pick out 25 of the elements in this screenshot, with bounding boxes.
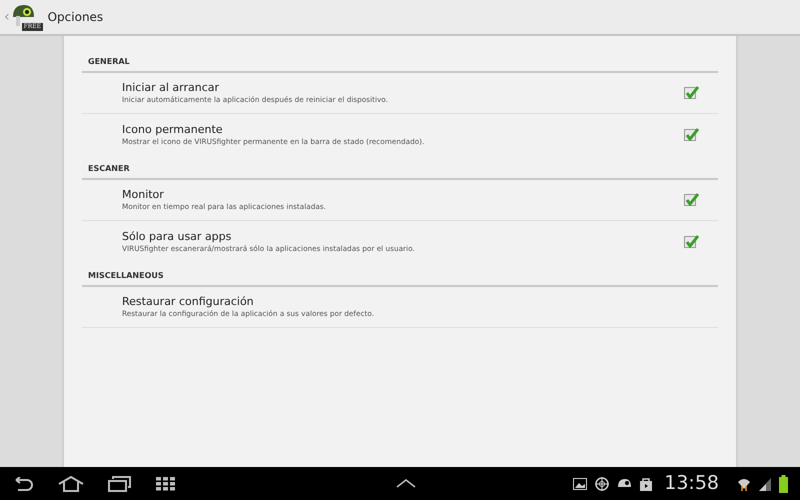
wifi-icon[interactable] [737, 476, 751, 490]
checkbox[interactable] [684, 128, 696, 140]
checkbox[interactable] [684, 194, 696, 206]
app-grid-icon[interactable] [156, 476, 176, 490]
shopping-bag-icon[interactable] [640, 476, 652, 490]
image-icon[interactable] [573, 478, 588, 490]
target-icon[interactable] [595, 476, 610, 490]
battery-icon[interactable] [779, 474, 788, 492]
setting-title[interactable]: Monitor [122, 188, 684, 202]
screen-title: Opciones [48, 9, 104, 26]
checkbox[interactable] [684, 87, 696, 99]
section-heading: MISCELLANEOUS [82, 268, 718, 287]
signal-icon[interactable] [759, 476, 771, 490]
home-icon[interactable] [58, 476, 84, 492]
checkbox[interactable] [684, 236, 696, 248]
helmet-icon[interactable] [617, 478, 632, 490]
chevron-up-icon[interactable] [396, 479, 416, 488]
clock-time: 13:58 [664, 471, 719, 496]
setting-title[interactable]: Icono permanente [122, 122, 684, 136]
section-heading: ESCANER [82, 161, 718, 180]
setting-title[interactable]: Iniciar al arrancar [122, 81, 684, 95]
setting-title[interactable]: Restaurar configuración [122, 295, 718, 309]
section-heading: GENERAL [82, 54, 718, 73]
setting-title[interactable]: Sólo para usar apps [122, 230, 684, 244]
recent-apps-icon[interactable] [108, 476, 132, 492]
